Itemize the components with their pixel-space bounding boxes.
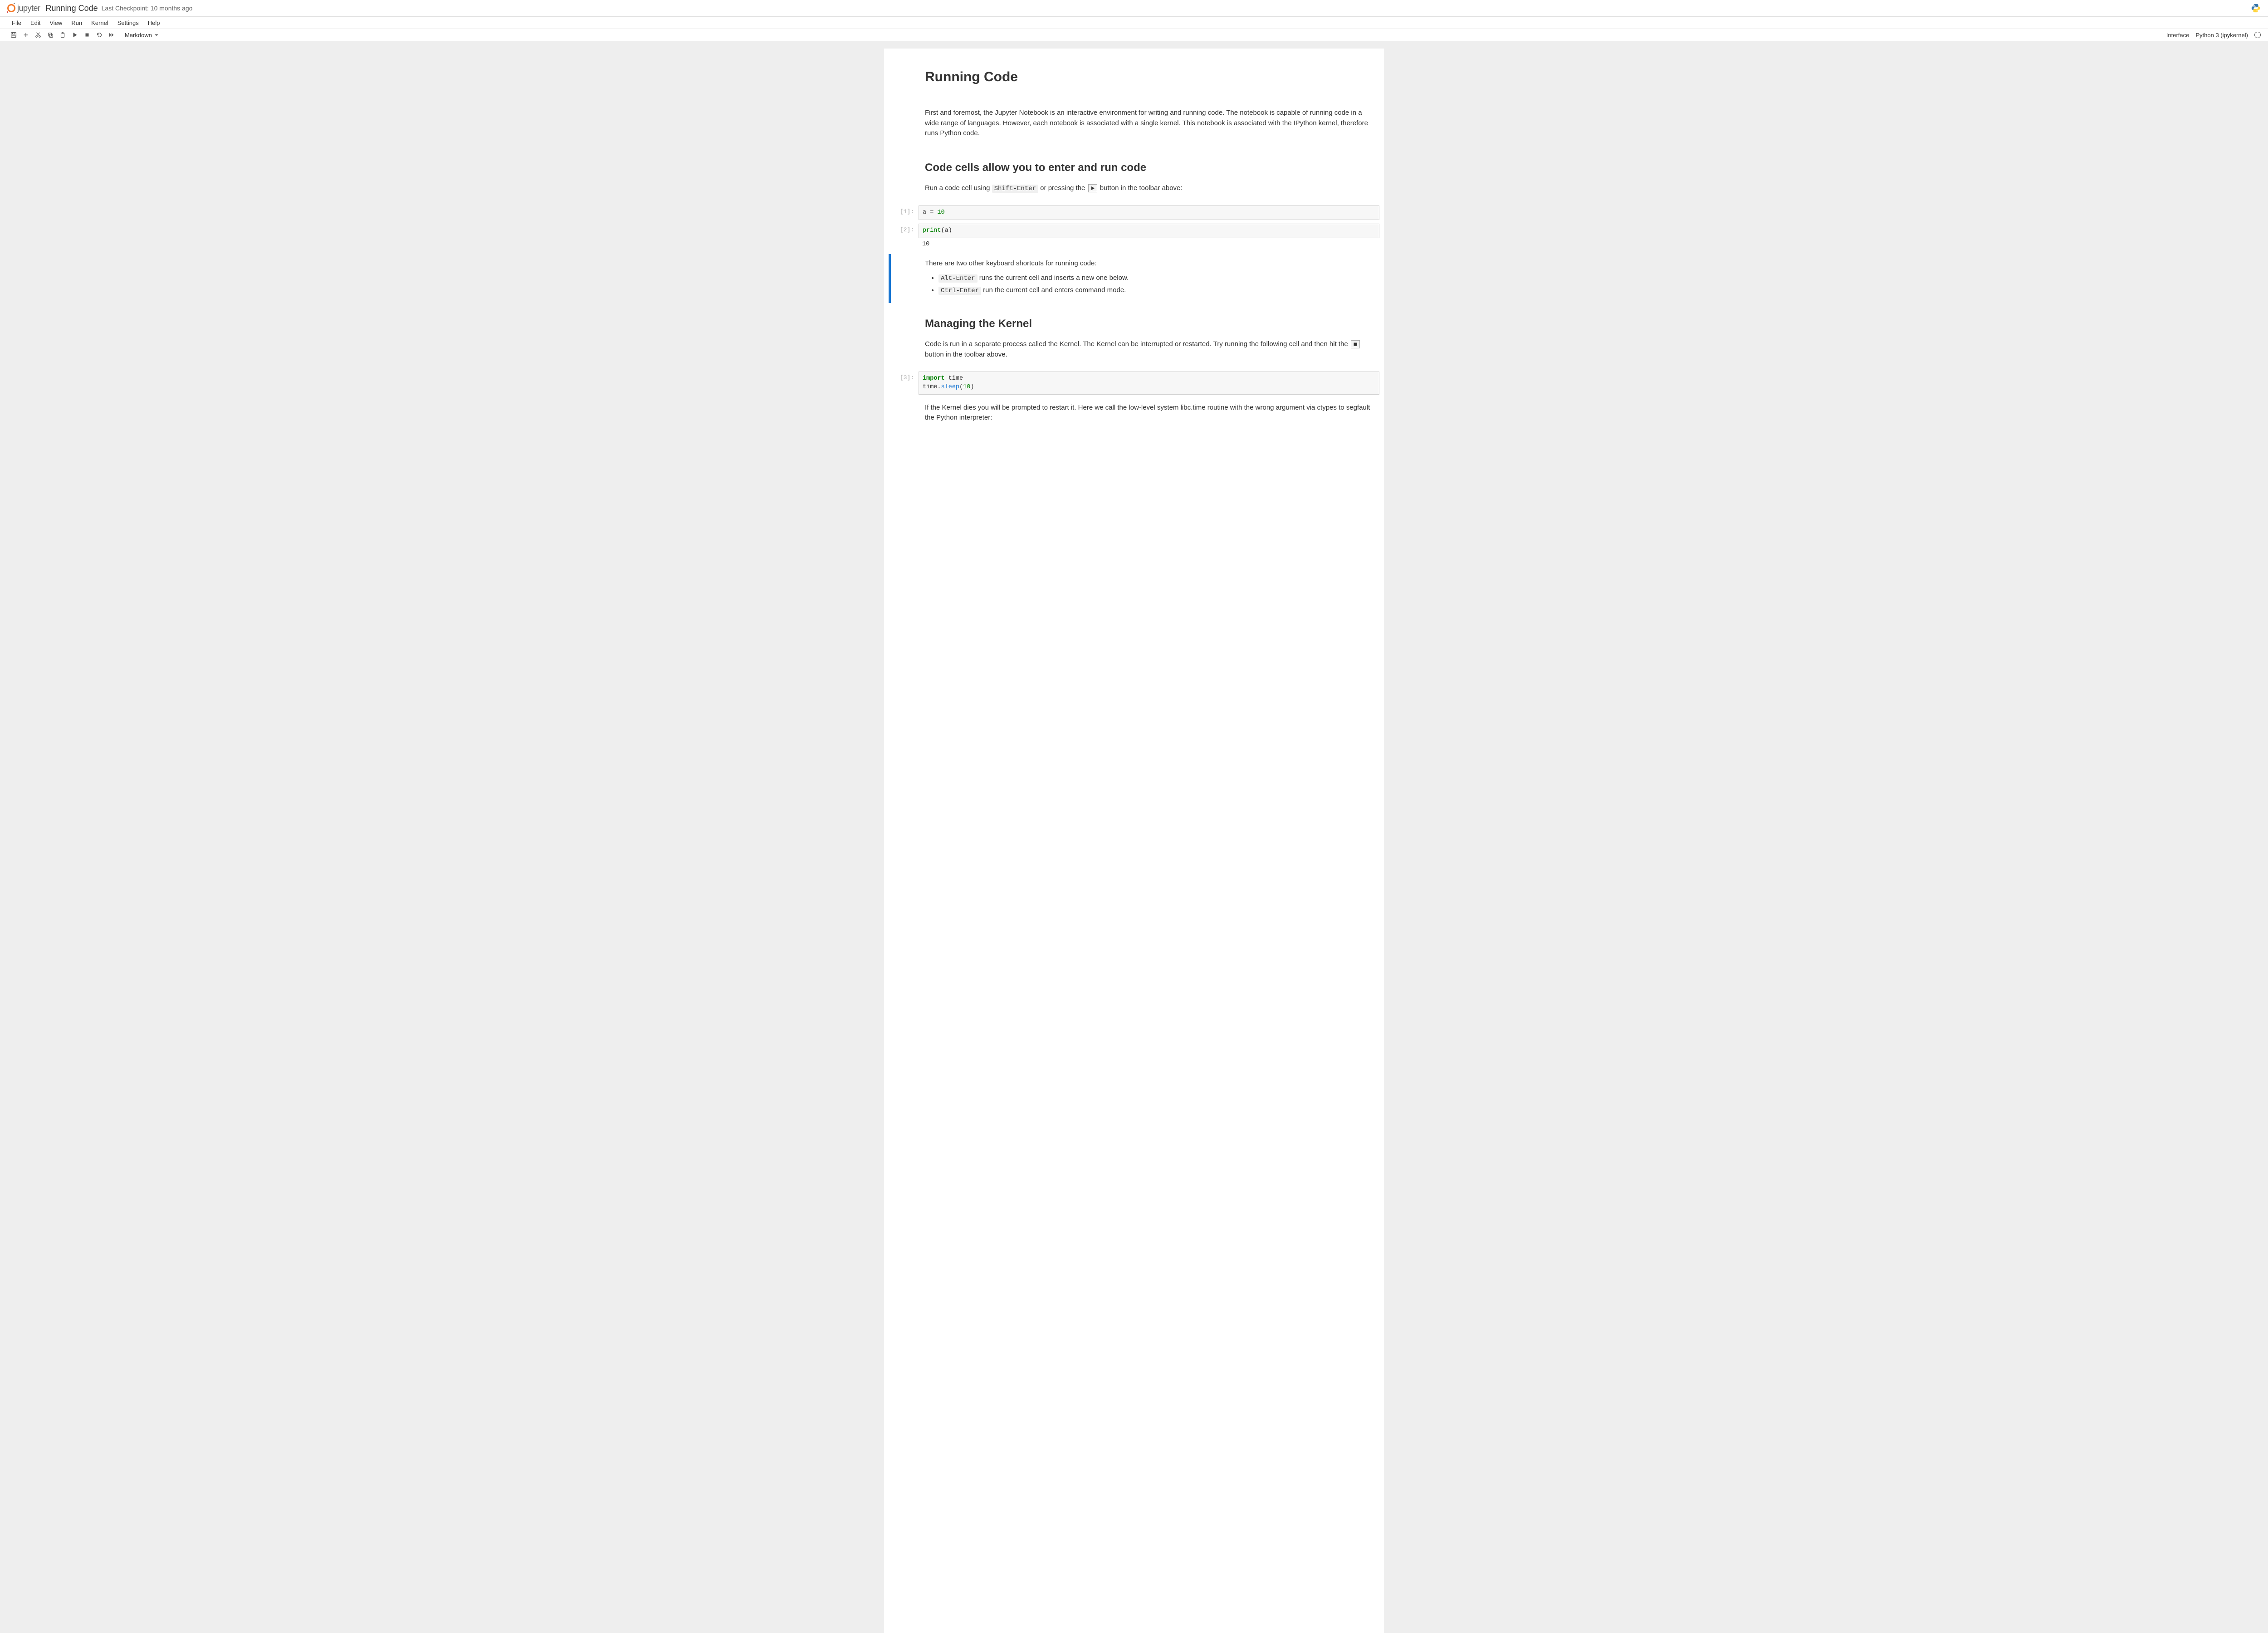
markdown-content: Code cells allow you to enter and run co… <box>919 151 1379 202</box>
shortcuts-list: Alt-Enter runs the current cell and inse… <box>938 273 1373 296</box>
menu-edit[interactable]: Edit <box>26 18 45 28</box>
prompt-area <box>889 398 919 431</box>
heading-running-code: Running Code <box>925 67 1373 87</box>
notebook: Running Code First and foremost, the Jup… <box>884 49 1384 1633</box>
prompt-area <box>889 254 919 303</box>
markdown-content: First and foremost, the Jupyter Notebook… <box>919 103 1379 147</box>
input-prompt: [3]: <box>889 372 919 394</box>
markdown-cell-selected[interactable]: There are two other keyboard shortcuts f… <box>884 252 1384 305</box>
code-cell[interactable]: [3]: import time time.sleep(10) <box>884 370 1384 396</box>
markdown-cell[interactable]: If the Kernel dies you will be prompted … <box>884 396 1384 433</box>
code-output: 10 <box>919 238 1379 250</box>
interface-label[interactable]: Interface <box>2166 32 2190 39</box>
code-cell-content: import time time.sleep(10) <box>919 372 1379 394</box>
markdown-content: Running Code <box>919 59 1379 100</box>
header-right <box>2251 3 2261 13</box>
paragraph-run-shortcut: Run a code cell using Shift-Enter or pre… <box>925 183 1373 194</box>
checkpoint-label: Last Checkpoint: 10 months ago <box>102 5 193 12</box>
stop-icon <box>1351 340 1360 348</box>
paste-button[interactable] <box>56 29 68 40</box>
code-cell-content: a = 10 <box>919 205 1379 220</box>
menu-view[interactable]: View <box>45 18 67 28</box>
python-logo-icon[interactable] <box>2251 3 2261 13</box>
cut-button[interactable] <box>32 29 44 40</box>
code-cell[interactable]: [2]: print(a) 10 <box>884 222 1384 252</box>
markdown-content: There are two other keyboard shortcuts f… <box>919 254 1379 303</box>
prompt-area <box>889 151 919 202</box>
save-button[interactable] <box>7 29 20 40</box>
notebook-scroll-area[interactable]: Running Code First and foremost, the Jup… <box>0 41 2268 1633</box>
menu-run[interactable]: Run <box>67 18 87 28</box>
prompt-area <box>889 307 919 368</box>
jupyter-logo-icon <box>7 4 15 12</box>
heading-code-cells: Code cells allow you to enter and run co… <box>925 160 1373 176</box>
play-icon <box>1088 184 1097 192</box>
code-input[interactable]: import time time.sleep(10) <box>919 372 1379 394</box>
input-prompt: [1]: <box>889 205 919 220</box>
insert-cell-button[interactable] <box>20 29 32 40</box>
copy-button[interactable] <box>44 29 56 40</box>
markdown-content: If the Kernel dies you will be prompted … <box>919 398 1379 431</box>
paragraph-kernel: Code is run in a separate process called… <box>925 339 1373 360</box>
markdown-cell[interactable]: Code cells allow you to enter and run co… <box>884 149 1384 204</box>
input-prompt: [2]: <box>889 224 919 250</box>
paragraph-kernel-die: If the Kernel dies you will be prompted … <box>925 403 1373 423</box>
run-button[interactable] <box>68 29 81 40</box>
code-input[interactable]: a = 10 <box>919 205 1379 220</box>
markdown-cell[interactable]: First and foremost, the Jupyter Notebook… <box>884 102 1384 149</box>
code-input[interactable]: print(a) <box>919 224 1379 238</box>
kbd-ctrl-enter: Ctrl-Enter <box>938 287 981 295</box>
cell-type-select[interactable]: Markdown <box>121 31 167 39</box>
kbd-alt-enter: Alt-Enter <box>938 274 978 283</box>
kbd-shift-enter: Shift-Enter <box>992 185 1038 193</box>
prompt-area <box>889 59 919 100</box>
header: jupyter Running Code Last Checkpoint: 10… <box>0 0 2268 17</box>
list-item: Alt-Enter runs the current cell and inse… <box>938 273 1373 284</box>
paragraph-intro: First and foremost, the Jupyter Notebook… <box>925 108 1373 139</box>
code-cell-content: print(a) 10 <box>919 224 1379 250</box>
menu-help[interactable]: Help <box>143 18 165 28</box>
menu-file[interactable]: File <box>7 18 26 28</box>
restart-run-all-button[interactable] <box>105 29 117 40</box>
jupyter-logo[interactable]: jupyter <box>7 4 40 13</box>
toolbar-right: Interface Python 3 (ipykernel) <box>2166 32 2261 39</box>
menu-kernel[interactable]: Kernel <box>87 18 113 28</box>
markdown-content: Managing the Kernel Code is run in a sep… <box>919 307 1379 368</box>
notebook-title[interactable]: Running Code <box>46 4 98 13</box>
prompt-area <box>889 103 919 147</box>
restart-button[interactable] <box>93 29 105 40</box>
markdown-cell[interactable]: Running Code <box>884 58 1384 102</box>
kernel-status-icon[interactable] <box>2254 32 2261 38</box>
paragraph-shortcuts-intro: There are two other keyboard shortcuts f… <box>925 259 1373 269</box>
kernel-name[interactable]: Python 3 (ipykernel) <box>2195 32 2248 39</box>
interrupt-button[interactable] <box>81 29 93 40</box>
toolbar: Markdown Interface Python 3 (ipykernel) <box>0 29 2268 41</box>
cell-type-value: Markdown <box>125 32 152 39</box>
menu-settings[interactable]: Settings <box>113 18 143 28</box>
code-cell[interactable]: [1]: a = 10 <box>884 204 1384 222</box>
menubar: File Edit View Run Kernel Settings Help <box>0 17 2268 29</box>
jupyter-logo-text: jupyter <box>17 4 40 13</box>
heading-managing-kernel: Managing the Kernel <box>925 316 1373 332</box>
markdown-cell[interactable]: Managing the Kernel Code is run in a sep… <box>884 305 1384 370</box>
list-item: Ctrl-Enter run the current cell and ente… <box>938 285 1373 296</box>
